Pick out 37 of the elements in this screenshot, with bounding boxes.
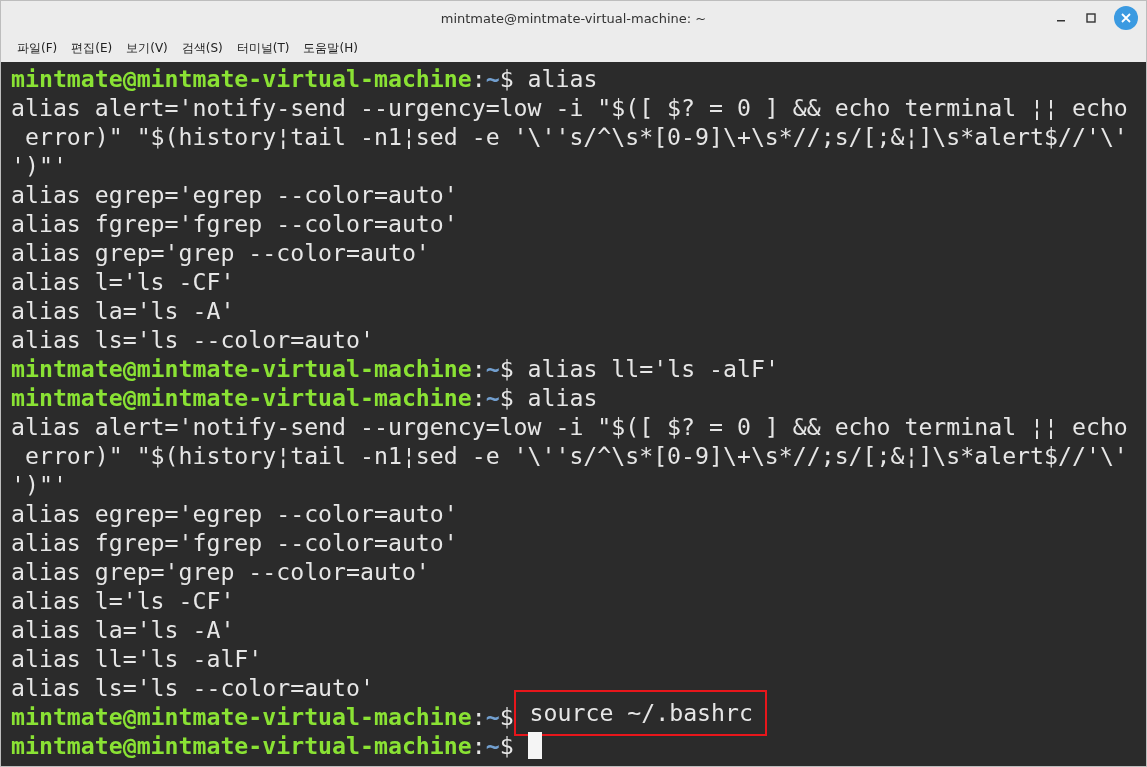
output-line: alias l='ls -CF' [11, 586, 235, 615]
output-line: alias alert='notify-send --urgency=low -i "$([ $? = 0 ] && echo terminal ¦¦ echo [11, 412, 1128, 441]
command-text: alias [526, 383, 598, 412]
output-line: alias egrep='egrep --color=auto' [11, 180, 458, 209]
menu-item[interactable]: 도움말(H) [303, 40, 358, 57]
command-text: source ~/.bashrc [515, 691, 765, 734]
command-text: alias ll='ls -alF' [526, 354, 779, 383]
output-line: alias la='ls -A' [11, 296, 235, 325]
output-line: error)" "$(history¦tail -n1¦sed -e '\''s/^\s*[0-9]\+\s*//;s/[;&¦]\s*alert$//'\' [23, 441, 1128, 470]
output-line: error)" "$(history¦tail -n1¦sed -e '\''s/^\s*[0-9]\+\s*//;s/[;&¦]\s*alert$//'\' [23, 122, 1128, 151]
output-line: alias l='ls -CF' [11, 267, 235, 296]
maximize-icon[interactable] [1084, 11, 1098, 25]
menu-item[interactable]: 편집(E) [71, 40, 113, 57]
output-line: alias grep='grep --color=auto' [11, 557, 430, 586]
menu-item[interactable]: 터미널(T) [236, 40, 290, 57]
output-line: alias ls='ls --color=auto' [11, 325, 374, 354]
shell-prompt: mintmate@mintmate-virtual-machine:~$ [11, 354, 514, 383]
output-line: ')"' [11, 470, 67, 499]
window-title: mintmate@mintmate-virtual-machine: ~ [440, 10, 707, 26]
output-line: alias fgrep='fgrep --color=auto' [11, 528, 458, 557]
output-line: alias ll='ls -alF' [11, 644, 263, 673]
close-icon[interactable] [1114, 6, 1138, 30]
output-line: ')"' [11, 151, 67, 180]
shell-prompt: mintmate@mintmate-virtual-machine:~$ [11, 702, 514, 731]
shell-prompt: mintmate@mintmate-virtual-machine:~$ [11, 64, 514, 93]
shell-prompt: mintmate@mintmate-virtual-machine:~$ [11, 731, 514, 760]
output-line: alias ls='ls --color=auto' [11, 673, 374, 702]
shell-prompt: mintmate@mintmate-virtual-machine:~$ [11, 383, 514, 412]
output-line: alias alert='notify-send --urgency=low -i "$([ $? = 0 ] && echo terminal ¦¦ echo [11, 93, 1128, 122]
output-line: alias fgrep='fgrep --color=auto' [11, 209, 458, 238]
output-line: alias grep='grep --color=auto' [11, 238, 430, 267]
menu-item[interactable]: 파일(F) [17, 40, 58, 57]
output-line: alias egrep='egrep --color=auto' [11, 499, 458, 528]
command-text: alias [526, 64, 598, 93]
menu-item[interactable]: 보기(V) [126, 40, 168, 57]
menu-item[interactable]: 검색(S) [181, 40, 223, 57]
output-line: alias la='ls -A' [11, 615, 235, 644]
